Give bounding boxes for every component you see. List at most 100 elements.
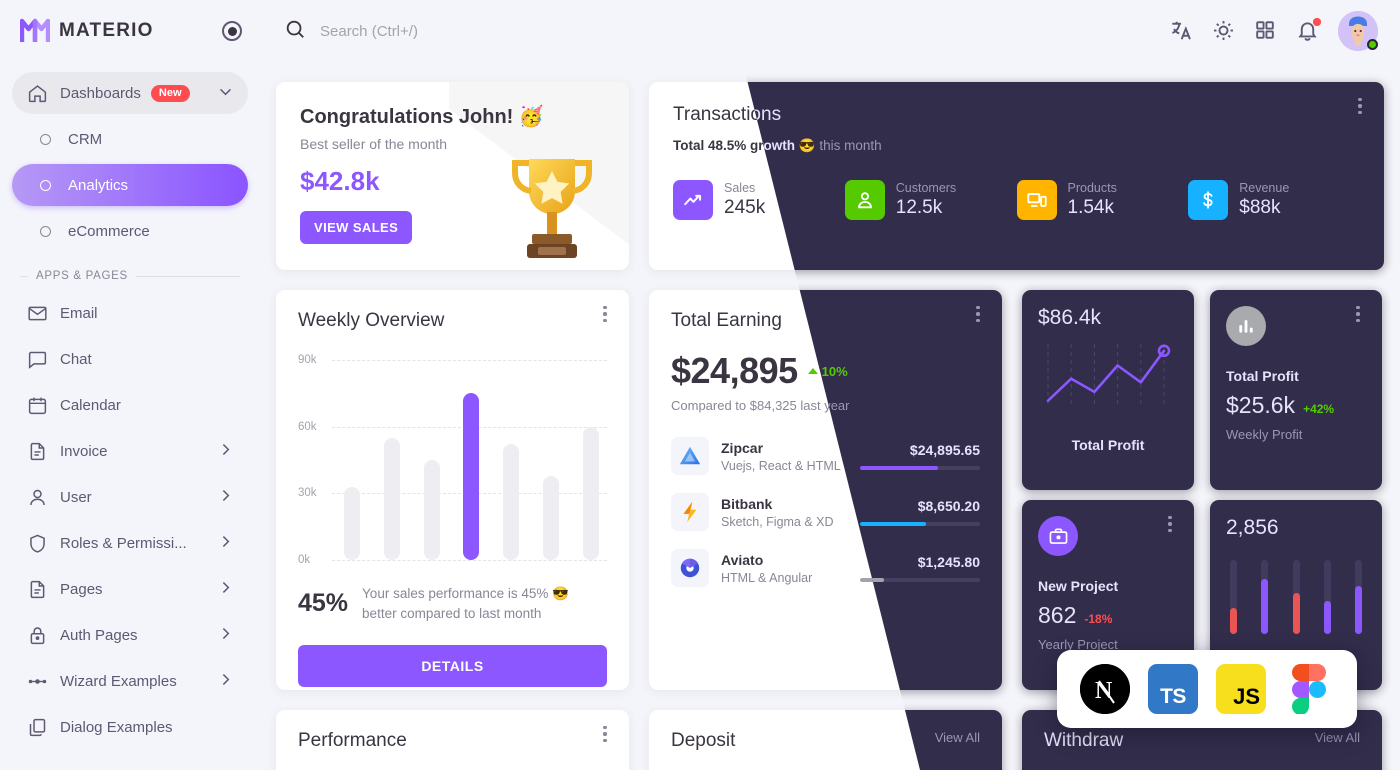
mini-bar-track bbox=[1261, 560, 1269, 634]
withdraw-title: Withdraw bbox=[1044, 730, 1124, 751]
y-axis-tick: 0k bbox=[298, 554, 311, 566]
new-project-amount: 862 bbox=[1038, 602, 1077, 628]
stat-label: Customers bbox=[895, 181, 957, 195]
calendar-icon bbox=[26, 394, 48, 416]
trending-up-icon bbox=[673, 180, 713, 220]
sidebar-item-analytics[interactable]: Analytics bbox=[12, 164, 248, 206]
sidebar-header: MATERIO bbox=[0, 0, 260, 62]
performance-menu-button[interactable] bbox=[595, 724, 615, 744]
withdraw-view-all-link[interactable]: View All bbox=[1315, 730, 1360, 745]
deposit-view-all-link[interactable]: View All bbox=[935, 730, 980, 745]
sidebar-item-user[interactable]: User bbox=[12, 476, 248, 518]
search-input[interactable] bbox=[320, 22, 650, 40]
chart-bar bbox=[423, 460, 440, 560]
mini-bar-track bbox=[1230, 560, 1237, 634]
stat-label: Sales bbox=[724, 181, 756, 195]
figma-glyph bbox=[1292, 664, 1326, 714]
sidebar-item-wizard-examples[interactable]: Wizard Examples bbox=[12, 660, 248, 702]
sidebar-item-label: Auth Pages bbox=[60, 626, 138, 644]
performance-card: Performance bbox=[276, 710, 629, 770]
sidebar-item-auth-pages[interactable]: Auth Pages bbox=[12, 614, 248, 656]
gridline bbox=[332, 560, 607, 561]
file-text-icon bbox=[26, 578, 48, 600]
sidebar-item-ecommerce[interactable]: eCommerce bbox=[12, 210, 248, 252]
congratulations-card: Congratulations John! 🥳 Best seller of t… bbox=[276, 82, 629, 270]
chevron-down-icon[interactable] bbox=[217, 83, 234, 104]
apps-grid-icon[interactable] bbox=[1254, 19, 1278, 43]
sidebar-pin-toggle[interactable] bbox=[222, 21, 242, 41]
sidebar-item-calendar[interactable]: Calendar bbox=[12, 384, 248, 426]
sidebar-item-roles-permissi[interactable]: Roles & Permissi... bbox=[12, 522, 248, 564]
chevron-right-icon[interactable] bbox=[217, 579, 234, 600]
weekly-title: Weekly Overview bbox=[298, 310, 445, 331]
notifications-bell-icon[interactable] bbox=[1296, 18, 1321, 43]
home-icon bbox=[26, 82, 48, 104]
earning-item-name: Bitbank bbox=[721, 495, 773, 512]
mini-bar-fill bbox=[1292, 593, 1300, 634]
weekly-bar-chart: 0k 30k 60k 90k bbox=[298, 354, 607, 566]
total-profit-caption: Total Profit bbox=[1071, 437, 1145, 453]
sidebar-item-pages[interactable]: Pages bbox=[12, 568, 248, 610]
weekly-menu-button[interactable] bbox=[595, 304, 615, 324]
dollar-icon bbox=[1188, 180, 1229, 220]
earning-menu-button[interactable] bbox=[968, 304, 988, 324]
sidebar-item-label: Analytics bbox=[68, 176, 129, 194]
congrats-title: Congratulations John! 🥳 bbox=[300, 106, 544, 128]
theme-sun-icon[interactable] bbox=[1212, 19, 1236, 43]
typescript-logo[interactable]: TS bbox=[1148, 664, 1198, 714]
stat-value: $88k bbox=[1239, 197, 1281, 218]
account-icon bbox=[844, 180, 885, 220]
svg-text:N: N bbox=[1095, 678, 1113, 704]
figma-logo[interactable] bbox=[1284, 664, 1334, 714]
sidebar-item-label: Dialog Examples bbox=[60, 718, 173, 736]
mini-bar-fill bbox=[1261, 578, 1269, 634]
sessions-amount: 2,856 bbox=[1226, 516, 1279, 539]
translate-icon[interactable] bbox=[1170, 19, 1194, 43]
transactions-menu-button[interactable] bbox=[1350, 96, 1370, 116]
sidebar: MATERIO Dashboards New CRM Analytics eCo… bbox=[0, 0, 260, 770]
chevron-right-icon[interactable] bbox=[217, 625, 234, 646]
sidebar-item-email[interactable]: Email bbox=[12, 292, 248, 334]
performance-note-1: Your sales performance is 45% 😎 bbox=[362, 586, 569, 601]
sidebar-item-label: Wizard Examples bbox=[60, 672, 177, 690]
sidebar-item-label: Dashboards bbox=[60, 84, 141, 102]
chevron-right-icon[interactable] bbox=[217, 533, 234, 554]
nextjs-logo[interactable]: N bbox=[1080, 664, 1130, 714]
sidebar-item-invoice[interactable]: Invoice bbox=[12, 430, 248, 472]
chevron-right-icon[interactable] bbox=[217, 441, 234, 462]
stat-item: Revenue $88k bbox=[1188, 180, 1360, 220]
mini-bar-track bbox=[1355, 560, 1362, 634]
chart-bar bbox=[344, 486, 360, 560]
deposit-title: Deposit bbox=[671, 730, 736, 751]
performance-note-2: better compared to last month bbox=[362, 605, 542, 621]
copy-icon bbox=[26, 716, 48, 738]
sidebar-item-crm[interactable]: CRM bbox=[12, 118, 248, 160]
view-sales-button[interactable]: VIEW SALES bbox=[300, 211, 413, 244]
congrats-amount: $42.8k bbox=[300, 166, 380, 196]
sidebar-item-label: User bbox=[60, 488, 92, 506]
mini-bar-fill bbox=[1323, 600, 1331, 634]
sidebar-item-label: Chat bbox=[60, 350, 92, 368]
sidebar-item-dialog-examples[interactable]: Dialog Examples bbox=[12, 706, 248, 748]
chevron-right-icon[interactable] bbox=[217, 671, 234, 692]
user-avatar[interactable] bbox=[1338, 11, 1378, 51]
sidebar-item-chat[interactable]: Chat bbox=[12, 338, 248, 380]
circle-dot-icon bbox=[34, 174, 56, 196]
details-button[interactable]: DETAILS bbox=[298, 645, 607, 688]
performance-title: Performance bbox=[298, 730, 407, 751]
devices-icon bbox=[1016, 180, 1057, 220]
sidebar-item-label: Calendar bbox=[60, 396, 121, 414]
sidebar-item-dashboards[interactable]: Dashboards New bbox=[12, 72, 248, 114]
total-profit-amount: $86.4k bbox=[1038, 306, 1102, 329]
mini-bar-track bbox=[1292, 560, 1300, 634]
weekly-overview-card: Weekly Overview 0k 30k 60k 90k 45% Your … bbox=[276, 290, 629, 690]
search-bar[interactable] bbox=[284, 18, 650, 45]
chevron-right-icon[interactable] bbox=[217, 487, 234, 508]
earning-item-value: $8,650.20 bbox=[917, 498, 980, 514]
envelope-icon bbox=[26, 302, 48, 324]
javascript-logo[interactable]: JS bbox=[1216, 664, 1266, 714]
stat-value: 12.5k bbox=[895, 197, 943, 218]
stat-item: Customers 12.5k bbox=[844, 180, 1017, 220]
sessions-bar-chart bbox=[1226, 560, 1366, 634]
transactions-subtitle: Total 48.5% growth 😎 this month bbox=[727, 138, 1360, 154]
